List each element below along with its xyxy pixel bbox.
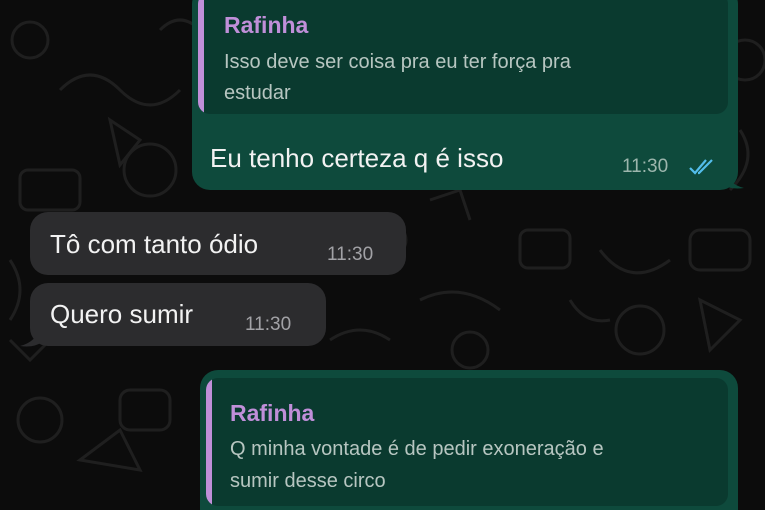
quote-text-line1: Q minha vontade é de pedir exoneração e (230, 438, 604, 460)
message-bubble-outgoing[interactable]: Rafinha Isso deve ser coisa pra eu ter f… (192, 0, 738, 190)
message-time: 11:30 (327, 244, 374, 265)
message-text: Tô com tanto ódio (50, 229, 259, 259)
message-text: Quero sumir (50, 299, 194, 329)
quote-text-line2: estudar (224, 82, 291, 104)
message-time: 11:30 (245, 314, 292, 335)
double-check-icon (689, 159, 713, 175)
quote-text-line2: sumir desse circo (230, 470, 386, 492)
message-bubble-incoming[interactable]: Tô com tanto ódio 11:30 (30, 212, 406, 275)
reply-quote[interactable]: Rafinha Q minha vontade é de pedir exone… (206, 378, 728, 506)
quote-text-line1: Isso deve ser coisa pra eu ter força pra (224, 51, 571, 73)
chat-background: Rafinha Isso deve ser coisa pra eu ter f… (0, 0, 765, 510)
quote-accent-bar (198, 0, 204, 114)
message-bubble-incoming[interactable]: Quero sumir 11:30 (30, 283, 326, 346)
message-bubble-outgoing[interactable]: Rafinha Q minha vontade é de pedir exone… (200, 370, 738, 510)
quote-accent-bar (206, 378, 212, 506)
message-time: 11:30 (622, 156, 669, 177)
bubble-tail (722, 168, 744, 189)
quote-author: Rafinha (224, 12, 309, 38)
reply-quote[interactable]: Rafinha Isso deve ser coisa pra eu ter f… (198, 0, 728, 114)
message-text: Eu tenho certeza q é isso (210, 143, 504, 173)
quote-author: Rafinha (230, 400, 315, 426)
bubble-tail (20, 326, 42, 347)
